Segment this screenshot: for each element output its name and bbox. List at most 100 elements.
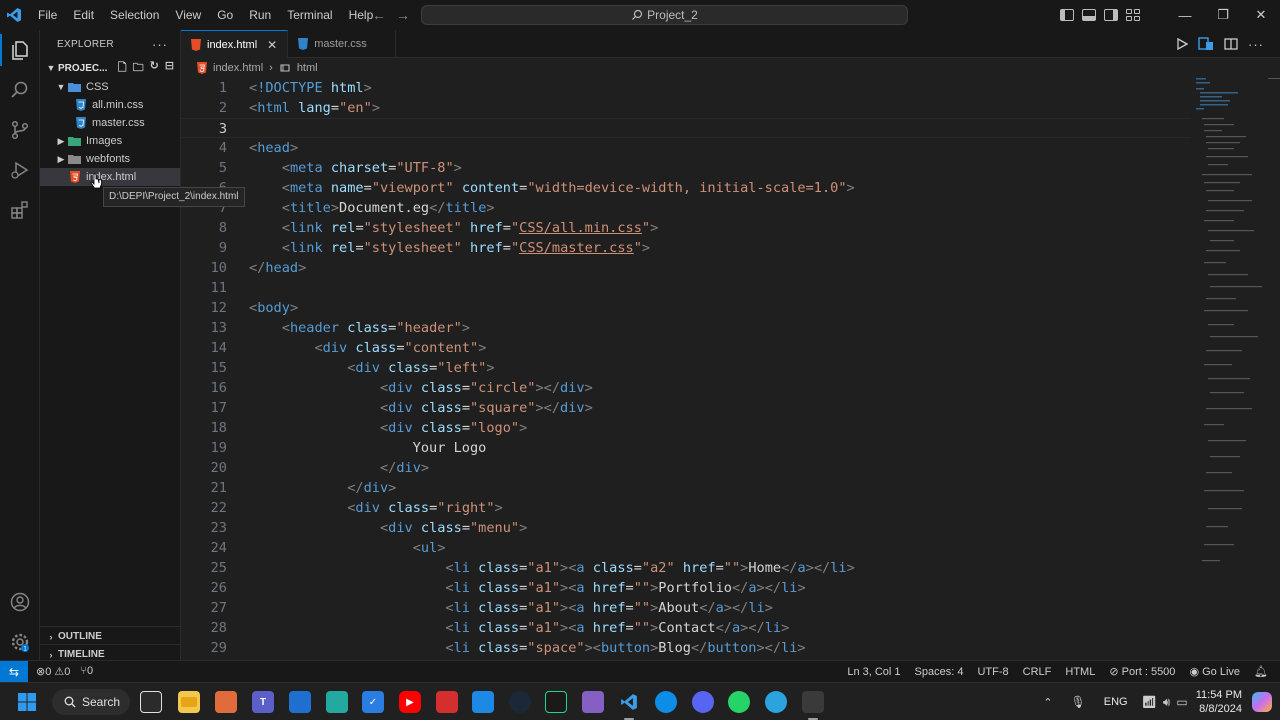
source-control-icon[interactable] [0,110,40,150]
code-line[interactable]: 19 Your Logo [181,438,1191,458]
tree-item-master-css[interactable]: master.css [40,114,180,132]
show-hidden-icons-icon[interactable]: ⌃ [1043,696,1052,709]
code-line[interactable]: 24 <ul> [181,538,1191,558]
app-icon-blue[interactable] [289,691,311,713]
app-icon-teal[interactable] [326,691,348,713]
collapse-all-icon[interactable]: ⊟ [165,59,174,78]
code-line[interactable]: 11 [181,278,1191,298]
code-line[interactable]: 29 <li class="space"><button>Blog</butto… [181,638,1191,658]
taskbar-search[interactable]: Search [52,689,130,715]
code-line[interactable]: 1 <!DOCTYPE html> [181,78,1191,98]
toggle-primary-sidebar-icon[interactable] [1060,9,1074,21]
breadcrumb-file[interactable]: index.html [213,62,263,74]
minimap[interactable] [1192,78,1268,568]
volume-icon[interactable]: 🔊︎ [1163,695,1171,710]
menu-item-edit[interactable]: Edit [65,0,102,30]
code-line[interactable]: 17 <div class="square"></div> [181,398,1191,418]
explorer-icon[interactable] [0,30,40,70]
code-line[interactable]: 5 <meta charset="UTF-8"> [181,158,1191,178]
code-line[interactable]: 26 <li class="a1"><a href="">Portfolio</… [181,578,1191,598]
code-line[interactable]: 15 <div class="left"> [181,358,1191,378]
steam-icon[interactable] [509,691,531,713]
file-explorer-icon[interactable] [178,691,200,713]
code-line[interactable]: 23 <div class="menu"> [181,518,1191,538]
tab-master-css[interactable]: master.css [288,30,396,58]
code-line[interactable]: 22 <div class="right"> [181,498,1191,518]
problems-indicator[interactable]: ⊗0 ⚠0 [36,665,70,678]
end-of-line[interactable]: CRLF [1023,666,1052,678]
clock[interactable]: 11:54 PM 8/8/2024 [1196,688,1242,716]
pdf-reader-icon[interactable] [436,691,458,713]
search-view-icon[interactable] [0,70,40,110]
snipping-tool-icon[interactable] [802,691,824,720]
code-line[interactable]: 18 <div class="logo"> [181,418,1191,438]
code-line[interactable]: 14 <div class="content"> [181,338,1191,358]
language-mode[interactable]: HTML [1065,666,1095,678]
ports-indicator[interactable]: ⑂0 [80,665,93,678]
code-line[interactable]: 4 <head> [181,138,1191,158]
manage-gear-icon[interactable]: 1 [0,622,40,662]
forward-arrow-icon[interactable]: → [396,7,410,23]
minimize-button[interactable]: — [1166,0,1204,30]
refresh-icon[interactable]: ↻ [150,59,159,78]
customize-layout-icon[interactable] [1126,9,1140,21]
wifi-icon[interactable]: 📶︎ [1142,695,1157,709]
extensions-icon[interactable] [0,190,40,230]
split-editor-icon[interactable] [1224,38,1238,50]
indentation[interactable]: Spaces: 4 [915,666,964,678]
code-line[interactable]: 9 <link rel="stylesheet" href="CSS/maste… [181,238,1191,258]
live-server-port[interactable]: ⊘ Port : 5500 [1109,665,1175,678]
edge-icon[interactable] [655,691,677,713]
todo-icon[interactable]: ✓ [362,691,384,713]
code-line[interactable]: 21 </div> [181,478,1191,498]
toggle-secondary-sidebar-icon[interactable] [1104,9,1118,21]
more-actions-icon[interactable]: ··· [152,37,168,52]
vscode-taskbar-icon[interactable] [618,691,640,720]
menu-item-file[interactable]: File [30,0,65,30]
code-editor[interactable]: 1 <!DOCTYPE html> 2 <html lang="en"> 3 4 <head… [181,78,1191,660]
go-live-button[interactable]: ◉ Go Live [1189,665,1240,678]
project-folder-row[interactable]: ▼ PROJEC... 🗋 🗀 ↻ ⊟ [40,58,180,78]
battery-icon[interactable]: ▭ [1176,695,1187,709]
whatsapp-icon[interactable] [728,691,750,713]
code-line[interactable]: 8 <link rel="stylesheet" href="CSS/all.m… [181,218,1191,238]
remote-indicator-button[interactable]: ⇆ [0,660,28,683]
notifications-bell-icon[interactable]: 🔔︎ [1254,665,1268,678]
close-tab-icon[interactable]: ✕ [267,38,277,52]
discord-icon[interactable] [692,691,714,713]
close-window-button[interactable]: ✕ [1242,0,1280,30]
telegram-icon[interactable] [765,691,787,713]
code-line[interactable]: 10 </head> [181,258,1191,278]
tree-item-webfonts[interactable]: ▶ webfonts [40,150,180,168]
tree-item-css[interactable]: ▼ CSS [40,78,180,96]
visual-studio-icon[interactable] [582,691,604,713]
more-editor-actions-icon[interactable]: ··· [1248,37,1264,52]
tree-item-all-min-css[interactable]: all.min.css [40,96,180,114]
menu-item-selection[interactable]: Selection [102,0,167,30]
code-line[interactable]: 16 <div class="circle"></div> [181,378,1191,398]
run-debug-icon[interactable] [0,150,40,190]
microphone-icon[interactable]: 🎙︎ [1071,695,1086,709]
toggle-panel-icon[interactable] [1082,9,1096,21]
code-line[interactable]: 12 <body> [181,298,1191,318]
editor-scrollbar[interactable] [1268,78,1280,660]
code-line[interactable]: 20 </div> [181,458,1191,478]
pycharm-icon[interactable] [545,691,567,713]
command-center-search[interactable]: Project_2 [421,5,908,25]
app-icon-orange[interactable] [215,691,237,713]
encoding[interactable]: UTF-8 [977,666,1008,678]
code-line[interactable]: 13 <header class="header"> [181,318,1191,338]
store-icon[interactable] [472,691,494,713]
run-icon[interactable] [1176,38,1188,50]
breadcrumb-symbol[interactable]: html [297,62,318,74]
code-line[interactable]: 25 <li class="a1"><a class="a2" href="">… [181,558,1191,578]
restore-button[interactable]: ❐ [1204,0,1242,30]
tab-index-html[interactable]: index.html ✕ [181,30,289,58]
outline-section[interactable]: › OUTLINE [40,626,181,646]
youtube-icon[interactable]: ▶ [399,691,421,713]
input-language[interactable]: ENG [1104,696,1128,708]
task-view-icon[interactable] [140,691,162,713]
code-line[interactable]: 6 <meta name="viewport" content="width=d… [181,178,1191,198]
menu-item-view[interactable]: View [167,0,209,30]
code-line[interactable]: 28 <li class="a1"><a href="">Contact</a>… [181,618,1191,638]
